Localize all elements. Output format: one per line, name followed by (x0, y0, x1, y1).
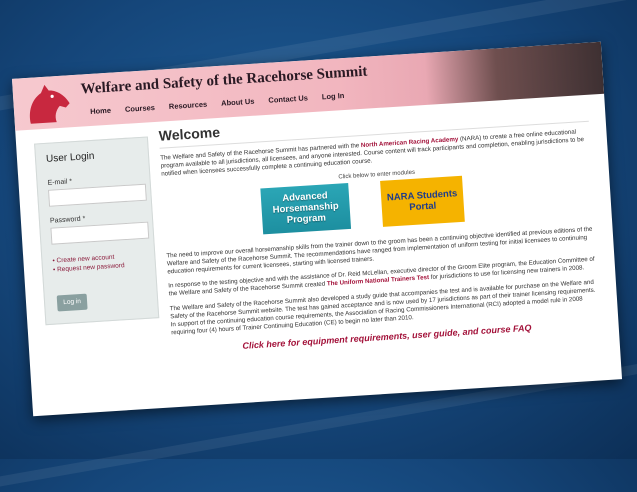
login-block: User Login E-mail * Password * • Create … (34, 136, 160, 326)
nav-about-us[interactable]: About Us (221, 97, 255, 108)
main-content: Welcome The Welfare and Safety of the Ra… (158, 101, 601, 356)
nara-students-portal-button[interactable]: NARA Students Portal (380, 175, 465, 227)
web-page: Welfare and Safety of the Racehorse Summ… (11, 41, 623, 417)
horse-head-logo-icon[interactable] (18, 79, 77, 128)
nav-courses[interactable]: Courses (125, 103, 156, 114)
password-field[interactable] (50, 221, 150, 245)
email-field[interactable] (48, 183, 147, 207)
login-title: User Login (45, 150, 95, 165)
email-label: E-mail * (47, 178, 73, 187)
advanced-horsemanship-button[interactable]: Advanced Horsemanship Program (260, 182, 352, 234)
login-button[interactable]: Log in (56, 293, 88, 312)
nav-contact-us[interactable]: Contact Us (268, 93, 308, 104)
nav-resources[interactable]: Resources (169, 100, 208, 111)
nav-log-in[interactable]: Log In (322, 91, 345, 101)
nav-home[interactable]: Home (90, 106, 111, 116)
request-password-label[interactable]: Request new password (57, 262, 125, 273)
password-label: Password * (49, 215, 86, 225)
